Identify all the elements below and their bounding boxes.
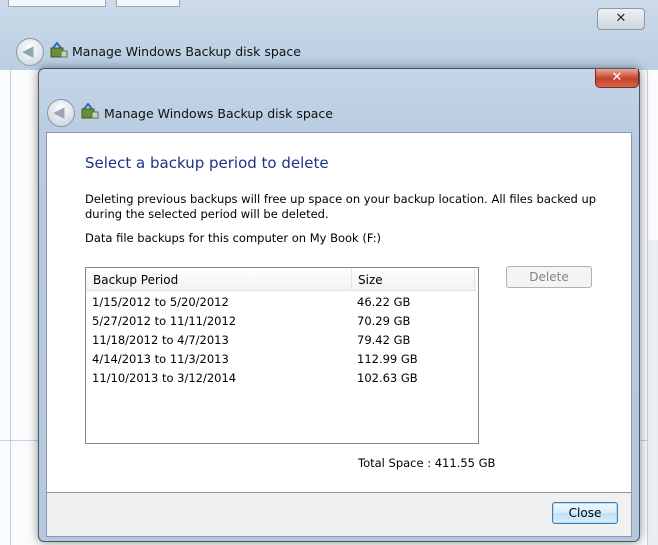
dialog-window-title: Manage Windows Backup disk space	[104, 106, 333, 121]
table-row[interactable]: 11/10/2013 to 3/12/2014 102.63 GB	[86, 369, 476, 388]
description-text: Deleting previous backups will free up s…	[85, 192, 597, 221]
column-header-backup-period[interactable]: Backup Period	[93, 273, 178, 287]
table-row[interactable]: 11/18/2012 to 4/7/2013 79.42 GB	[86, 331, 476, 350]
size-cell: 79.42 GB	[357, 333, 411, 347]
background-toolbar-box	[116, 0, 180, 7]
backup-period-cell: 1/15/2012 to 5/20/2012	[92, 295, 229, 309]
size-cell: 102.63 GB	[357, 371, 418, 385]
dialog-footer: Close	[46, 493, 632, 537]
back-arrow-icon: ◀	[53, 103, 65, 121]
size-cell: 70.29 GB	[357, 314, 411, 328]
table-row[interactable]: 1/15/2012 to 5/20/2012 46.22 GB	[86, 293, 476, 312]
manage-backup-dialog: ✕ ◀ Manage Windows Backup disk space Sel…	[38, 68, 640, 542]
backup-period-cell: 5/27/2012 to 11/11/2012	[92, 314, 237, 328]
windows-backup-icon	[81, 103, 99, 119]
back-arrow-icon: ◀	[22, 42, 34, 60]
total-space-text: Total Space : 411.55 GB	[358, 456, 496, 470]
backup-period-list[interactable]: Backup Period Size 1/15/2012 to 5/20/201…	[85, 267, 479, 444]
table-row[interactable]: 4/14/2013 to 11/3/2013 112.99 GB	[86, 350, 476, 369]
backup-period-cell: 4/14/2013 to 11/3/2013	[92, 352, 229, 366]
column-header-size[interactable]: Size	[358, 273, 383, 287]
close-button[interactable]: Close	[552, 502, 618, 524]
dialog-close-button[interactable]: ✕	[595, 69, 639, 88]
background-close-button[interactable]: ✕	[597, 8, 645, 30]
background-back-button[interactable]: ◀	[16, 38, 44, 66]
backup-period-cell: 11/18/2012 to 4/7/2013	[92, 333, 229, 347]
close-icon: ✕	[615, 11, 627, 26]
background-divider	[10, 70, 11, 545]
size-cell: 112.99 GB	[357, 352, 418, 366]
dialog-content-pane: Select a backup period to delete Deletin…	[46, 132, 632, 493]
windows-backup-icon	[50, 42, 68, 58]
column-divider[interactable]	[351, 268, 352, 290]
backup-location-text: Data file backups for this computer on M…	[85, 231, 381, 245]
delete-button[interactable]: Delete	[506, 266, 592, 288]
size-cell: 46.22 GB	[357, 295, 411, 309]
close-icon: ✕	[611, 70, 623, 85]
background-window-title: Manage Windows Backup disk space	[72, 44, 301, 59]
background-toolbar-box	[8, 0, 106, 7]
table-row[interactable]: 5/27/2012 to 11/11/2012 70.29 GB	[86, 312, 476, 331]
list-header: Backup Period Size	[86, 268, 476, 291]
background-scrollbar[interactable]	[648, 240, 658, 545]
dialog-back-button[interactable]: ◀	[47, 99, 75, 127]
column-divider[interactable]	[474, 268, 475, 290]
page-title: Select a backup period to delete	[85, 154, 329, 172]
backup-period-cell: 11/10/2013 to 3/12/2014	[92, 371, 237, 385]
